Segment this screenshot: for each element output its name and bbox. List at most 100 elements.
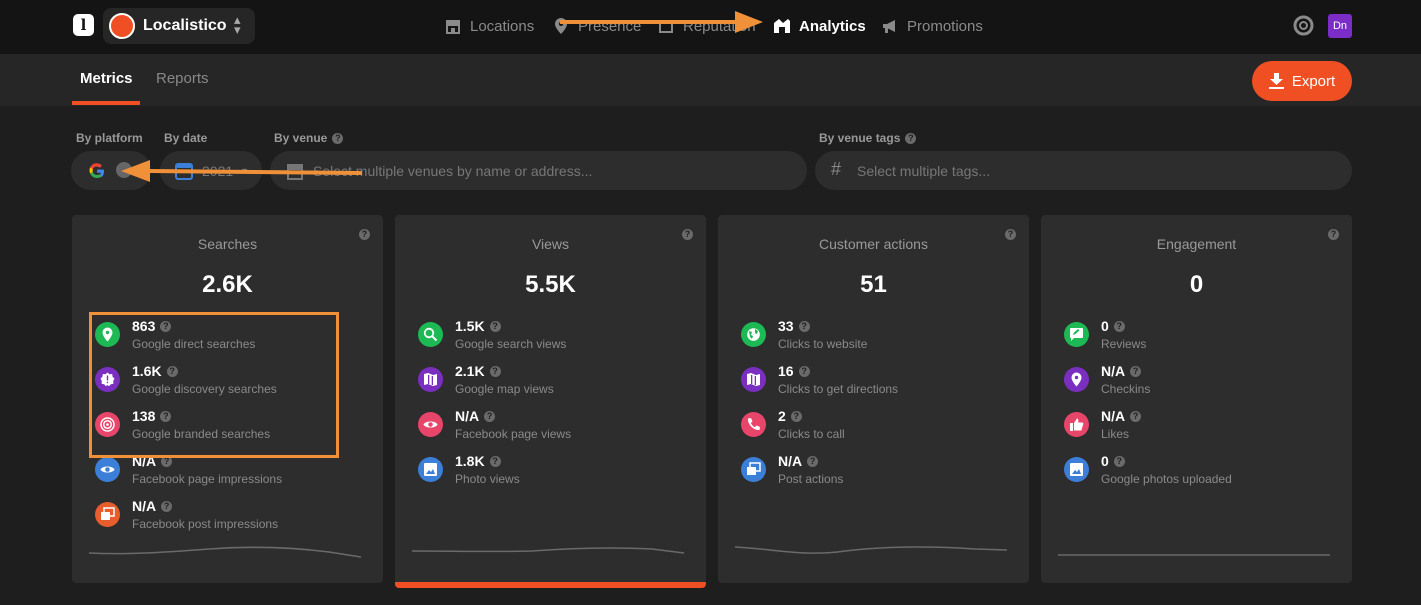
- help-icon[interactable]: ?: [359, 229, 370, 240]
- tab-metrics[interactable]: Metrics: [80, 70, 133, 87]
- help-icon[interactable]: ?: [1130, 365, 1142, 377]
- nav-presence[interactable]: Presence: [552, 15, 641, 37]
- help-icon[interactable]: ?: [790, 410, 802, 422]
- help-icon[interactable]: ?: [798, 365, 810, 377]
- metric-label: Post actions: [778, 472, 844, 486]
- metric-value-text: 0: [1101, 453, 1109, 469]
- metric-label: Likes: [1101, 427, 1130, 441]
- nav-reputation[interactable]: Reputation: [657, 15, 756, 37]
- download-icon: [1268, 73, 1284, 89]
- sparkline: [1058, 554, 1330, 556]
- card-title: Views: [531, 236, 570, 252]
- map-icon: [418, 367, 443, 392]
- metric-row: N/A? Facebook post impressions: [95, 498, 365, 538]
- hash-icon: #: [831, 159, 842, 179]
- metric-row: N/A? Checkins: [1064, 363, 1334, 403]
- metric-value: 0?: [1101, 453, 1125, 469]
- help-icon[interactable]: ?: [1005, 229, 1016, 240]
- metric-value-text: 33: [778, 318, 794, 334]
- organization-switcher[interactable]: Localistico ▴ ▾: [103, 8, 255, 44]
- platform-filter-label: By platform: [76, 131, 143, 145]
- card-total: 0: [1189, 271, 1204, 298]
- help-icon[interactable]: ?: [1113, 455, 1125, 467]
- card-total: 5.5K: [525, 271, 576, 298]
- calendar-icon: [659, 20, 673, 33]
- metric-value: 2.1K?: [455, 363, 501, 379]
- help-icon[interactable]: ?: [489, 365, 501, 377]
- phone-icon: [741, 412, 766, 437]
- venue-filter[interactable]: Select multiple venues by name or addres…: [270, 151, 807, 190]
- help-icon[interactable]: ?: [332, 132, 344, 144]
- metric-card-customer-actions[interactable]: Customer actions? 51 33? Clicks to websit…: [718, 215, 1029, 583]
- store-icon: [446, 20, 460, 34]
- metric-row: N/A? Likes: [1064, 408, 1334, 448]
- eye-icon: [95, 457, 120, 482]
- export-button[interactable]: Export: [1252, 61, 1352, 101]
- tags-filter-label-text: By venue tags: [819, 131, 901, 145]
- date-filter[interactable]: 2021 ▼: [160, 151, 262, 190]
- posts-icon: [95, 502, 120, 527]
- google-icon[interactable]: [87, 161, 107, 181]
- metric-value: N/A?: [778, 453, 819, 469]
- help-icon[interactable]: ?: [682, 229, 693, 240]
- metric-card-views[interactable]: Views? 5.5K 1.5K? Google search views 2.1…: [395, 215, 706, 588]
- help-icon[interactable]: ?: [489, 320, 501, 332]
- help-icon[interactable]: ?: [905, 132, 917, 144]
- card-total: 51: [860, 271, 887, 298]
- nav-promotions-label: Promotions: [907, 17, 983, 35]
- lifebuoy-icon[interactable]: [1293, 15, 1314, 36]
- help-icon[interactable]: ?: [1130, 410, 1142, 422]
- venue-search-input[interactable]: Select multiple venues by name or addres…: [313, 163, 592, 179]
- help-icon[interactable]: ?: [798, 320, 810, 332]
- metric-label: Photo views: [455, 472, 520, 486]
- help-icon[interactable]: ?: [1113, 320, 1125, 332]
- sparkline: [412, 547, 684, 554]
- metric-value-text: N/A: [778, 453, 803, 469]
- user-avatar[interactable]: Dn: [1328, 14, 1352, 38]
- help-icon[interactable]: ?: [161, 500, 173, 512]
- metric-value-text: 2.1K: [455, 363, 485, 379]
- nav-reputation-label: Reputation: [683, 17, 756, 35]
- nav-locations-label: Locations: [470, 17, 535, 35]
- sparkline: [89, 546, 361, 558]
- tab-reports[interactable]: Reports: [156, 70, 209, 87]
- metric-value: 33?: [778, 318, 810, 334]
- megaphone-icon: [883, 20, 895, 33]
- nav-analytics-label: Analytics: [799, 17, 866, 35]
- metric-value: N/A?: [1101, 363, 1142, 379]
- metric-label: Clicks to website: [778, 337, 868, 351]
- pin-icon: [555, 18, 567, 34]
- metric-card-engagement[interactable]: Engagement? 0 0? Reviews N/A? Checkins N/…: [1041, 215, 1352, 583]
- nav-promotions[interactable]: Promotions: [881, 15, 983, 37]
- organization-name: Localistico: [143, 17, 227, 34]
- chevron-down-icon: ▼: [240, 166, 249, 176]
- facebook-icon[interactable]: [115, 161, 133, 179]
- help-icon[interactable]: ?: [484, 410, 496, 422]
- venue-filter-label: By venue?: [274, 131, 344, 145]
- annotation-highlight-box: [89, 312, 339, 458]
- help-icon[interactable]: ?: [489, 455, 501, 467]
- metric-label: Facebook page views: [455, 427, 572, 441]
- tags-filter[interactable]: # Select multiple tags...: [815, 151, 1352, 190]
- tags-filter-label: By venue tags?: [819, 131, 917, 145]
- nav-locations[interactable]: Locations: [444, 15, 534, 37]
- tags-search-input[interactable]: Select multiple tags...: [857, 163, 990, 179]
- posts-icon: [741, 457, 766, 482]
- nav-presence-label: Presence: [578, 17, 642, 35]
- search-icon: [418, 322, 443, 347]
- metric-value-text: N/A: [1101, 363, 1126, 379]
- metric-value-text: 1.5K: [455, 318, 485, 334]
- metric-value-text: N/A: [132, 498, 157, 514]
- help-icon[interactable]: ?: [1328, 229, 1339, 240]
- help-icon[interactable]: ?: [807, 455, 819, 467]
- nav-analytics[interactable]: Analytics: [773, 15, 866, 37]
- store-icon: [287, 164, 303, 180]
- metric-label: Google photos uploaded: [1101, 472, 1232, 486]
- metric-row: 2.1K? Google map views: [418, 363, 688, 403]
- export-button-label: Export: [1291, 72, 1336, 90]
- map-icon: [741, 367, 766, 392]
- platform-filter[interactable]: [71, 151, 151, 190]
- app-logo[interactable]: l: [73, 14, 94, 36]
- metric-label: Checkins: [1101, 382, 1151, 396]
- active-card-indicator: [395, 582, 706, 588]
